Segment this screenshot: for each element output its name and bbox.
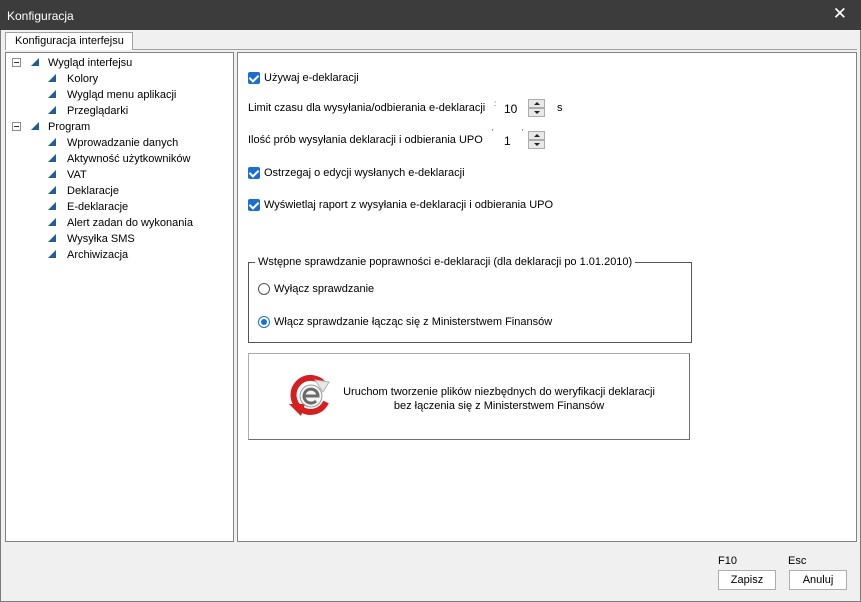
- tree-node-icon: [48, 106, 56, 114]
- spin-separator: ': [522, 128, 524, 137]
- tab-konfiguracja-interfejsu[interactable]: Konfiguracja interfejsu: [5, 32, 133, 50]
- tree-node-icon: [48, 250, 56, 258]
- settings-content: Używaj e-deklaracji Limit czasu dla wysy…: [237, 52, 857, 542]
- use-edeklaracje-label: Używaj e-deklaracji: [264, 72, 359, 84]
- tree-group-program[interactable]: Program: [12, 119, 212, 135]
- time-limit-value[interactable]: 10: [504, 102, 517, 116]
- tree-node-icon: [48, 138, 56, 146]
- spin-up-icon[interactable]: [528, 131, 545, 140]
- tree-item-wprowadzanie-danych[interactable]: Wprowadzanie danych: [48, 135, 228, 151]
- dialog-body: Konfiguracja interfejsu Wygląd interfejs…: [0, 30, 861, 602]
- spin-separator: ': [492, 128, 494, 137]
- enable-validation-radio[interactable]: [258, 316, 270, 328]
- collapse-icon[interactable]: [12, 58, 21, 67]
- tree-item-e-deklaracje[interactable]: E-deklaracje: [48, 199, 228, 215]
- tree-item-label: Alert zadan do wykonania: [67, 217, 193, 229]
- warn-edit-checkbox[interactable]: [248, 167, 260, 179]
- tree-item-label: Wysyłka SMS: [67, 233, 135, 245]
- offline-verification-line-1: Uruchom tworzenie plików niezbędnych do …: [343, 386, 655, 398]
- disable-validation-radio[interactable]: [258, 283, 270, 295]
- window-title: Konfiguracja: [7, 9, 74, 23]
- spin-down-icon[interactable]: [528, 108, 545, 117]
- tree-node-icon: [31, 58, 39, 66]
- attempts-spinner[interactable]: [528, 131, 545, 149]
- tree-item-wysylka-sms[interactable]: Wysyłka SMS: [48, 231, 228, 247]
- tree-item-alert-zadan[interactable]: Alert zadan do wykonania: [48, 215, 228, 231]
- tree-node-icon: [48, 186, 56, 194]
- attempts-value[interactable]: 1: [504, 134, 511, 148]
- time-limit-unit: s: [557, 102, 563, 114]
- tree-item-label: VAT: [67, 169, 87, 181]
- show-report-label: Wyświetlaj raport z wysyłania e-deklarac…: [264, 199, 554, 211]
- tree-item-wyglad-menu-aplikacji[interactable]: Wygląd menu aplikacji: [48, 87, 228, 103]
- tree-node-icon: [48, 234, 56, 242]
- tree-item-label: Archiwizacja: [67, 249, 129, 261]
- tree-group-wyglad-interfejsu[interactable]: Wygląd interfejsu: [12, 55, 212, 71]
- time-limit-label: Limit czasu dla wysyłania/odbierania e-d…: [248, 102, 486, 114]
- attempts-label: Ilość prób wysyłania deklaracji i odbier…: [248, 134, 483, 146]
- offline-verification-button[interactable]: Uruchom tworzenie plików niezbędnych do …: [248, 353, 690, 440]
- save-shortcut-hint: F10: [718, 555, 737, 567]
- enable-validation-label: Włącz sprawdzanie łącząc się z Ministers…: [274, 316, 553, 328]
- tree-item-label: Kolory: [67, 73, 99, 85]
- tree-node-icon: [48, 74, 56, 82]
- close-icon[interactable]: ✕: [833, 5, 847, 23]
- validation-groupbox-title: Wstępne sprawdzanie poprawności e-deklar…: [255, 256, 636, 268]
- tree-node-icon: [48, 218, 56, 226]
- tree-item-label: Przeglądarki: [67, 105, 129, 117]
- spin-up-icon[interactable]: [528, 99, 545, 108]
- settings-tree: Wygląd interfejsu Kolory Wygląd menu apl…: [5, 52, 234, 542]
- spin-separator: :: [494, 99, 497, 108]
- spin-down-icon[interactable]: [528, 140, 545, 149]
- tree-item-label: Wygląd menu aplikacji: [67, 89, 177, 101]
- tree-item-label: E-deklaracje: [67, 201, 129, 213]
- tree-item-label: Deklaracje: [67, 185, 119, 197]
- tree-item-label: Aktywność użytkowników: [67, 153, 191, 165]
- collapse-icon[interactable]: [12, 122, 21, 131]
- offline-verification-line-2: bez łączenia się z Ministerstwem Finansó…: [393, 400, 605, 412]
- tree-node-icon: [31, 122, 39, 130]
- cancel-button[interactable]: Anuluj: [789, 570, 847, 590]
- e-deklaracje-refresh-icon: [289, 374, 330, 416]
- cancel-shortcut-hint: Esc: [788, 555, 807, 567]
- time-limit-spinner[interactable]: [528, 99, 545, 117]
- tree-item-kolory[interactable]: Kolory: [48, 71, 228, 87]
- tree-item-archiwizacja[interactable]: Archiwizacja: [48, 247, 228, 263]
- warn-edit-label: Ostrzegaj o edycji wysłanych e-deklaracj…: [264, 167, 465, 179]
- tree-item-aktywnosc-uzytkownikow[interactable]: Aktywność użytkowników: [48, 151, 228, 167]
- tree-node-icon: [48, 90, 56, 98]
- tree-item-vat[interactable]: VAT: [48, 167, 228, 183]
- tree-item-przegladarki[interactable]: Przeglądarki: [48, 103, 228, 119]
- tree-item-deklaracje[interactable]: Deklaracje: [48, 183, 228, 199]
- save-button[interactable]: Zapisz: [718, 570, 776, 590]
- validation-groupbox: Wstępne sprawdzanie poprawności e-deklar…: [248, 256, 692, 343]
- disable-validation-label: Wyłącz sprawdzanie: [274, 283, 375, 295]
- tree-item-label: Wprowadzanie danych: [67, 137, 179, 149]
- offline-verification-text: Uruchom tworzenie plików niezbędnych do …: [339, 385, 659, 413]
- tree-node-icon: [48, 202, 56, 210]
- tree-node-icon: [48, 170, 56, 178]
- tree-group-label: Program: [48, 121, 91, 133]
- tab-strip: Konfiguracja interfejsu: [5, 32, 857, 50]
- title-bar: Konfiguracja ✕: [0, 0, 861, 30]
- tree-group-label: Wygląd interfejsu: [48, 57, 133, 69]
- show-report-checkbox[interactable]: [248, 199, 260, 211]
- tree-node-icon: [48, 154, 56, 162]
- use-edeklaracje-checkbox[interactable]: [248, 72, 260, 84]
